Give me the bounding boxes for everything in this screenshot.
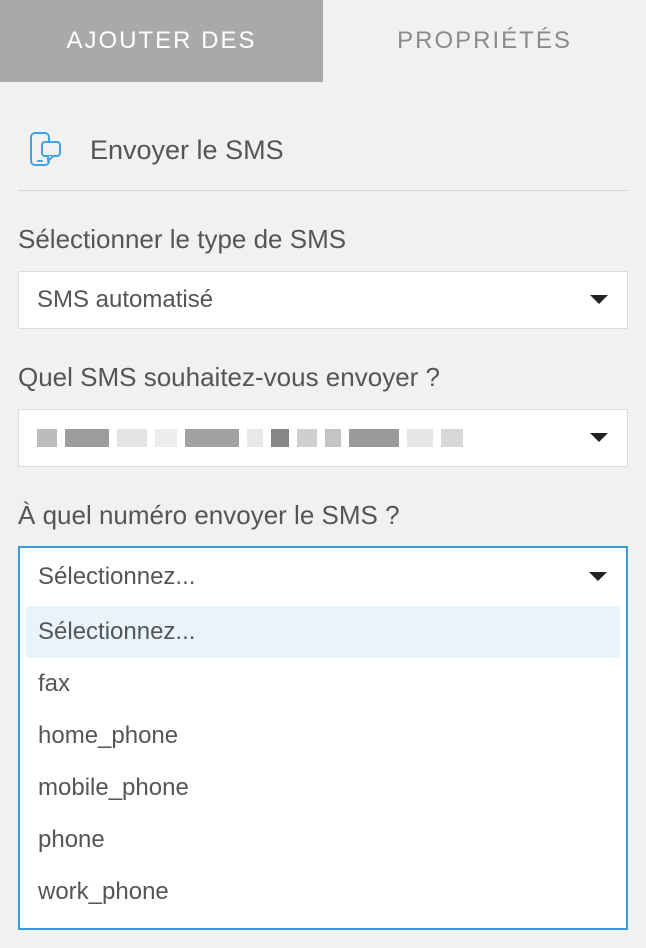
redacted-block <box>185 429 239 447</box>
option-fax[interactable]: fax <box>26 658 620 710</box>
select-sms-type[interactable]: SMS automatisé <box>18 271 628 329</box>
redacted-block <box>407 429 433 447</box>
chevron-down-icon <box>589 294 609 306</box>
redacted-block <box>441 429 463 447</box>
option-home-phone[interactable]: home_phone <box>26 710 620 762</box>
option-label: phone <box>38 826 105 854</box>
redacted-block <box>349 429 399 447</box>
select-number-selected[interactable]: Sélectionnez... <box>20 548 626 606</box>
tab-properties[interactable]: PROPRIÉTÉS <box>323 0 646 82</box>
redacted-block <box>297 429 317 447</box>
select-sms-type-value: SMS automatisé <box>37 286 213 314</box>
select-which-sms[interactable] <box>18 409 628 467</box>
chevron-down-icon <box>589 432 609 444</box>
tab-add[interactable]: AJOUTER DES <box>0 0 323 82</box>
section-title: Envoyer le SMS <box>90 135 284 166</box>
option-label: Sélectionnez... <box>38 618 195 646</box>
tab-properties-label: PROPRIÉTÉS <box>397 27 572 55</box>
select-number[interactable]: Sélectionnez... Sélectionnez... fax home… <box>18 546 628 930</box>
group-sms-type: Sélectionner le type de SMS SMS automati… <box>18 223 628 329</box>
option-mobile-phone[interactable]: mobile_phone <box>26 762 620 814</box>
option-label: work_phone <box>38 878 169 906</box>
redacted-block <box>117 429 147 447</box>
option-placeholder[interactable]: Sélectionnez... <box>26 606 620 658</box>
select-number-options: Sélectionnez... fax home_phone mobile_ph… <box>20 606 626 928</box>
redacted-block <box>155 429 177 447</box>
redacted-block <box>325 429 341 447</box>
label-sms-type: Sélectionner le type de SMS <box>18 223 628 257</box>
redacted-block <box>37 429 57 447</box>
redacted-block <box>271 429 289 447</box>
option-label: mobile_phone <box>38 774 189 802</box>
redacted-block <box>247 429 263 447</box>
option-phone[interactable]: phone <box>26 814 620 866</box>
option-label: fax <box>38 670 70 698</box>
option-label: home_phone <box>38 722 178 750</box>
select-number-value: Sélectionnez... <box>38 563 195 591</box>
redacted-value <box>37 429 609 447</box>
panel: Envoyer le SMS Sélectionner le type de S… <box>0 82 646 930</box>
label-number: À quel numéro envoyer le SMS ? <box>18 499 628 533</box>
group-which-sms: Quel SMS souhaitez-vous envoyer ? <box>18 361 628 467</box>
label-which-sms: Quel SMS souhaitez-vous envoyer ? <box>18 361 628 395</box>
sms-phone-icon <box>28 132 62 168</box>
tab-add-label: AJOUTER DES <box>66 27 256 55</box>
option-work-phone[interactable]: work_phone <box>26 866 620 918</box>
group-number: À quel numéro envoyer le SMS ? Sélection… <box>18 499 628 931</box>
section-header: Envoyer le SMS <box>18 82 628 191</box>
tabs: AJOUTER DES PROPRIÉTÉS <box>0 0 646 82</box>
chevron-down-icon <box>588 571 608 583</box>
redacted-block <box>65 429 109 447</box>
